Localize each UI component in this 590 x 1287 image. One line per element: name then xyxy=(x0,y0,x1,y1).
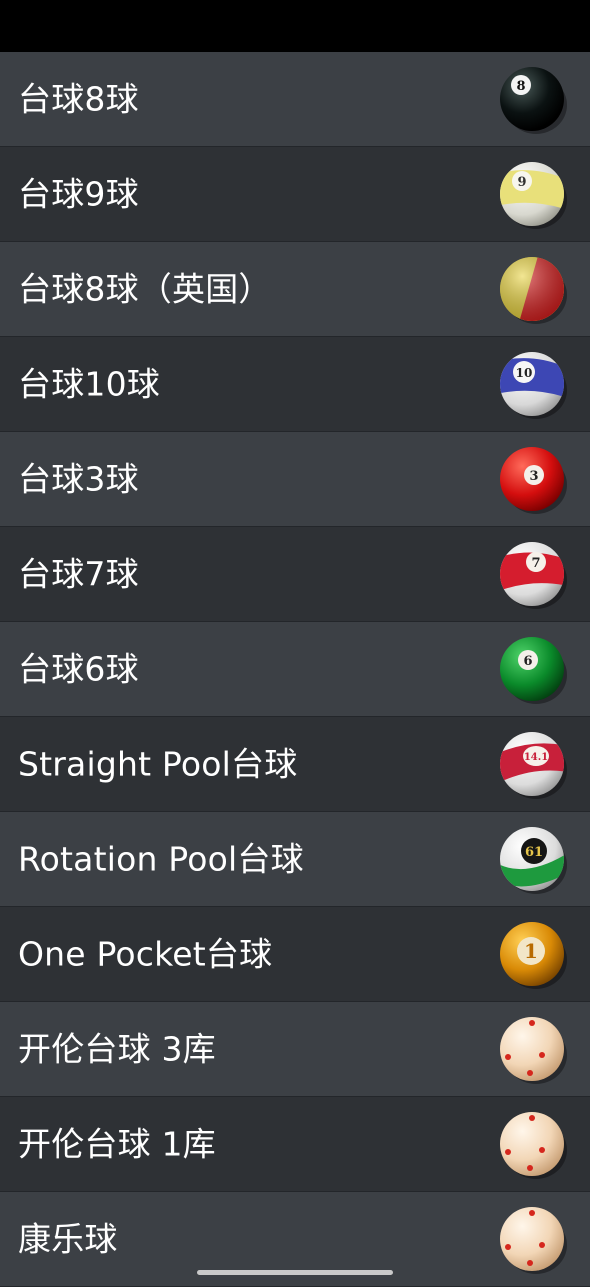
carom-ball-icon xyxy=(496,1203,568,1275)
list-item-label: 开伦台球 3库 xyxy=(18,1029,216,1069)
list-item-label: One Pocket台球 xyxy=(18,934,273,974)
list-item-one-pocket[interactable]: One Pocket台球 1 xyxy=(0,907,590,1002)
carom-ball-icon xyxy=(496,1013,568,1085)
seven-ball-icon: 7 xyxy=(496,538,568,610)
list-item-label: Straight Pool台球 xyxy=(18,744,298,784)
list-item-8-ball[interactable]: 台球8球 8 xyxy=(0,52,590,147)
svg-text:9: 9 xyxy=(517,175,526,190)
ten-ball-icon: 10 xyxy=(496,348,568,420)
list-item-10-ball[interactable]: 台球10球 10 xyxy=(0,337,590,432)
straight-pool-ball-icon: 14.1 xyxy=(496,728,568,800)
svg-text:14.1: 14.1 xyxy=(524,752,548,763)
svg-text:8: 8 xyxy=(516,79,525,94)
svg-text:6: 6 xyxy=(523,654,532,669)
status-bar xyxy=(0,0,590,52)
list-item-label: 台球6球 xyxy=(18,649,139,689)
uk-eight-ball-icon xyxy=(496,253,568,325)
svg-text:3: 3 xyxy=(529,469,538,484)
home-indicator[interactable] xyxy=(197,1270,393,1275)
svg-text:1: 1 xyxy=(524,939,538,963)
svg-text:61: 61 xyxy=(525,845,543,860)
list-item-6-ball[interactable]: 台球6球 6 xyxy=(0,622,590,717)
list-item-carom-3-cushion[interactable]: 开伦台球 3库 xyxy=(0,1002,590,1097)
eight-ball-icon: 8 xyxy=(496,63,568,135)
list-item-label: 台球10球 xyxy=(18,364,160,404)
list-item-label: 康乐球 xyxy=(18,1219,118,1259)
carom-ball-icon xyxy=(496,1108,568,1180)
list-item-label: 台球8球 xyxy=(18,79,139,119)
list-item-label: 台球8球（英国） xyxy=(18,269,272,309)
game-list: 台球8球 8 台球9球 9 台球8球（英国） 台球10球 10 台球3球 3 台… xyxy=(0,52,590,1287)
list-item-carom-1-cushion[interactable]: 开伦台球 1库 xyxy=(0,1097,590,1192)
list-item-9-ball[interactable]: 台球9球 9 xyxy=(0,147,590,242)
one-pocket-ball-icon: 1 xyxy=(496,918,568,990)
rotation-pool-ball-icon: 61 xyxy=(496,823,568,895)
nine-ball-icon: 9 xyxy=(496,158,568,230)
list-item-straight-pool[interactable]: Straight Pool台球 14.1 xyxy=(0,717,590,812)
list-item-label: Rotation Pool台球 xyxy=(18,839,304,879)
three-ball-icon: 3 xyxy=(496,443,568,515)
list-item-label: 台球3球 xyxy=(18,459,139,499)
list-item-7-ball[interactable]: 台球7球 7 xyxy=(0,527,590,622)
six-ball-icon: 6 xyxy=(496,633,568,705)
list-item-label: 台球9球 xyxy=(18,174,139,214)
list-item-label: 台球7球 xyxy=(18,554,139,594)
list-item-label: 开伦台球 1库 xyxy=(18,1124,216,1164)
list-item-rotation-pool[interactable]: Rotation Pool台球 61 xyxy=(0,812,590,907)
svg-text:10: 10 xyxy=(516,366,533,380)
list-item-3-ball[interactable]: 台球3球 3 xyxy=(0,432,590,527)
svg-text:7: 7 xyxy=(531,556,540,571)
list-item-uk-8-ball[interactable]: 台球8球（英国） xyxy=(0,242,590,337)
